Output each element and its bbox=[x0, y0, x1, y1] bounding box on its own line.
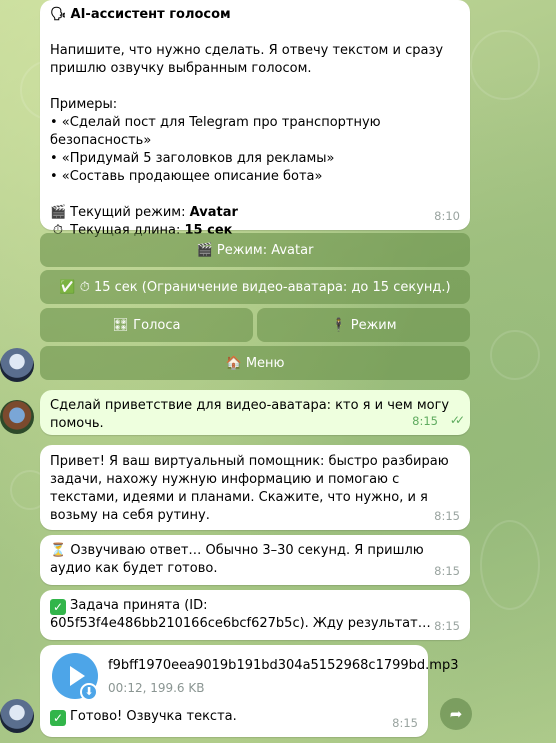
wallpaper-doodle bbox=[470, 30, 540, 100]
user-avatar[interactable] bbox=[0, 400, 34, 434]
audio-filename[interactable]: f9bff1970eea9019b191bd304a5152968c1799bd… bbox=[108, 657, 459, 675]
bot-avatar[interactable] bbox=[0, 699, 34, 733]
message-reply: Привет! Я ваш виртуальный помощник: быст… bbox=[40, 445, 470, 530]
message-text: Задача принята (ID: 605f53f4e486bb210166… bbox=[50, 598, 431, 631]
current-mode-line: 🎬 Текущий режим: Avatar bbox=[50, 204, 460, 222]
intro-paragraph: Напишите, что нужно сделать. Я отвечу те… bbox=[50, 43, 444, 76]
speaking-head-icon: 🗣 bbox=[50, 7, 67, 22]
message-time: 8:15 bbox=[392, 716, 418, 730]
bot-avatar[interactable] bbox=[0, 348, 34, 382]
examples-label: Примеры: bbox=[50, 97, 118, 112]
message-text: ⏳ Озвучиваю ответ… Обычно 3–30 секунд. Я… bbox=[50, 543, 424, 576]
current-mode-label: Текущий режим: bbox=[70, 205, 190, 220]
read-checkmarks-icon: ✓✓ bbox=[449, 413, 465, 427]
mode-button[interactable]: 🕴 Режим bbox=[257, 308, 470, 342]
length-15s-button[interactable]: ✅ ⏱ 15 сек (Ограничение видео-аватара: д… bbox=[40, 270, 470, 304]
message-text: Привет! Я ваш виртуальный помощник: быст… bbox=[50, 454, 449, 523]
wallpaper-doodle bbox=[490, 330, 540, 380]
wallpaper-doodle bbox=[480, 520, 540, 610]
message-task: ✓ Задача принята (ID: 605f53f4e486bb21016… bbox=[40, 590, 470, 640]
message-time: 8:15 bbox=[434, 619, 460, 633]
download-icon[interactable]: ⬇ bbox=[80, 683, 98, 701]
play-icon bbox=[69, 666, 85, 686]
current-mode-value: Avatar bbox=[189, 205, 238, 220]
message-intro: 🗣 AI-ассистент голосом Напишите, что нуж… bbox=[40, 0, 470, 238]
message-text: Сделай приветствие для видео-аватара: кт… bbox=[50, 398, 450, 431]
check-mark-icon: ✓ bbox=[50, 599, 66, 615]
message-title-text: AI-ассистент голосом bbox=[70, 7, 231, 22]
message-time: 8:10 bbox=[434, 209, 460, 223]
audio-caption-line: ✓ Готово! Озвучка текста. bbox=[50, 708, 237, 726]
message-audio: ⬇ f9bff1970eea9019b191bd304a5152968c1799… bbox=[40, 645, 459, 737]
message-time: 8:15 bbox=[412, 414, 438, 428]
message-time: 8:15 bbox=[434, 509, 460, 523]
message-voicing: ⏳ Озвучиваю ответ… Обычно 3–30 секунд. Я… bbox=[40, 535, 470, 585]
menu-button[interactable]: 🏠 Меню bbox=[40, 346, 470, 380]
audio-caption: Готово! Озвучка текста. bbox=[70, 709, 237, 724]
mode-avatar-button[interactable]: 🎬 Режим: Avatar bbox=[40, 233, 470, 267]
message-title: 🗣 AI-ассистент голосом bbox=[50, 6, 460, 24]
audio-meta: 00:12, 199.6 KB bbox=[108, 681, 205, 695]
voices-button[interactable]: 🎛 Голоса bbox=[40, 308, 253, 342]
example-item: • «Составь продающее описание бота» bbox=[50, 169, 323, 184]
example-item: • «Сделай пост для Telegram про транспор… bbox=[50, 115, 381, 148]
check-mark-icon: ✓ bbox=[50, 710, 66, 726]
message-user: Сделай приветствие для видео-аватара: кт… bbox=[40, 390, 470, 435]
message-time: 8:15 bbox=[434, 564, 460, 578]
share-forward-icon[interactable]: ➦ bbox=[440, 698, 472, 730]
message-text-line: ✓ Задача принята (ID: 605f53f4e486bb21016… bbox=[50, 597, 460, 633]
example-item: • «Придумай 5 заголовков для рекламы» bbox=[50, 151, 335, 166]
clapper-board-icon: 🎬 bbox=[50, 205, 67, 220]
